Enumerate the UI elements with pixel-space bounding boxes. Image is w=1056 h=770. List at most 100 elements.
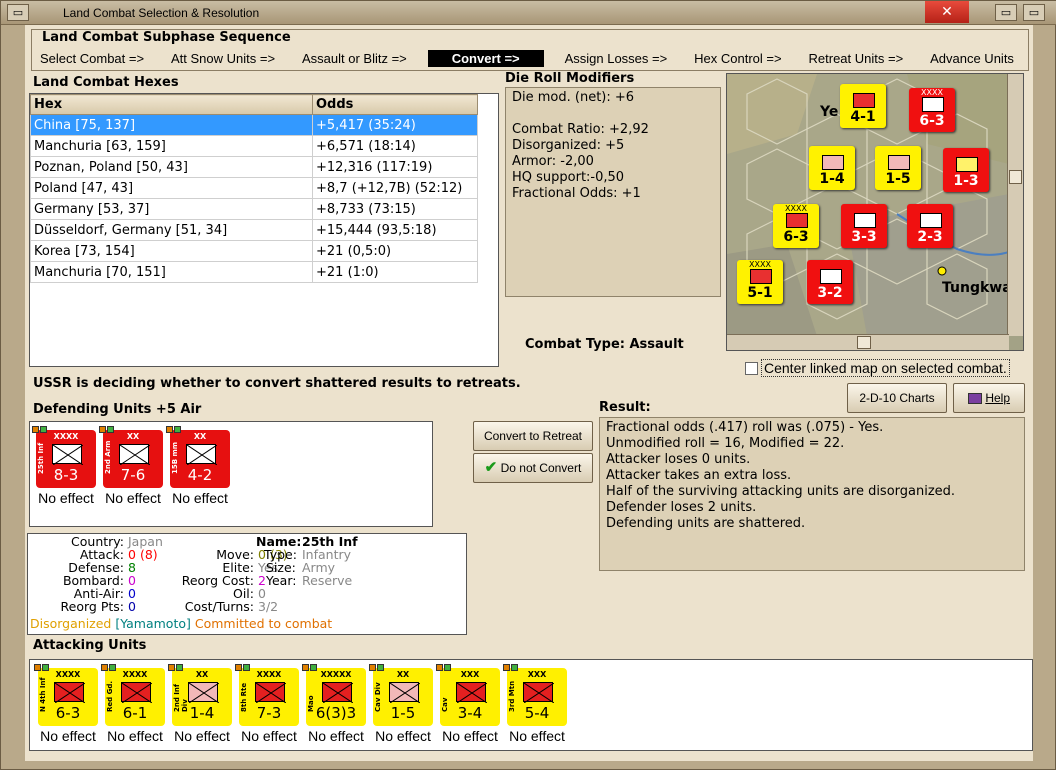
unit-counter[interactable]: XXXXX Mao 6(3)3 bbox=[302, 664, 366, 726]
restore-button[interactable]: ▭ bbox=[995, 4, 1017, 21]
unit-counter[interactable]: XX 15B mm 4-2 bbox=[166, 426, 230, 488]
sequence-step: Advance Units bbox=[930, 51, 1014, 66]
defending-heading: Defending Units +5 Air bbox=[33, 402, 202, 417]
sequence-step: Retreat Units => bbox=[808, 51, 904, 66]
hex-row[interactable]: Manchuria [63, 159] +6,571 (18:14) bbox=[30, 135, 478, 157]
result-line: Half of the surviving attacking units ar… bbox=[606, 484, 956, 499]
checkmark-icon: ✔ bbox=[484, 459, 498, 476]
result-line: Unmodified roll = 16, Modified = 22. bbox=[606, 436, 845, 451]
hex-row[interactable]: China [75, 137] +5,417 (35:24) bbox=[30, 114, 478, 136]
unit-strength: 7-6 bbox=[120, 466, 146, 484]
attacking-units-panel: XXXX N 4th Inf 6-3 No effect XXXX Red Gd. 6-1 N… bbox=[29, 659, 1033, 751]
convert-to-retreat-button[interactable]: Convert to Retreat bbox=[473, 421, 593, 451]
map-vertical-scrollbar[interactable] bbox=[1007, 74, 1023, 336]
unit-effect: No effect bbox=[172, 490, 228, 506]
hex-cell: Düsseldorf, Germany [51, 34] bbox=[30, 219, 313, 241]
odds-cell: +6,571 (18:14) bbox=[312, 135, 478, 157]
map-counter[interactable]: XXXX 6-3 bbox=[773, 204, 819, 248]
unit-counter[interactable]: XXX 3rd Mtn 5-4 bbox=[503, 664, 567, 726]
help-book-icon bbox=[967, 393, 982, 405]
map-hscroll-thumb[interactable] bbox=[857, 336, 871, 349]
unit-strength: 8-3 bbox=[53, 466, 79, 484]
hex-row[interactable]: Poznan, Poland [50, 43] +12,316 (117:19) bbox=[30, 156, 478, 178]
combat-type: Combat Type: Assault bbox=[525, 337, 684, 352]
sequence-step: Att Snow Units => bbox=[171, 51, 276, 66]
unit-size: XXXX bbox=[122, 670, 148, 679]
map-counter[interactable]: 3-2 bbox=[807, 260, 853, 304]
unit-counter[interactable]: XXXX 8th Rte 7-3 bbox=[235, 664, 299, 726]
map-counter[interactable]: 3-3 bbox=[841, 204, 887, 248]
unit-strength: 1-5 bbox=[390, 704, 416, 722]
map-counter[interactable]: 1-3 bbox=[943, 148, 989, 192]
costturns-value: 3/2 bbox=[258, 599, 279, 614]
unit-size: XX bbox=[396, 670, 410, 679]
unit-type-icon bbox=[523, 682, 555, 704]
center-map-label[interactable]: Center linked map on selected combat. bbox=[761, 359, 1010, 377]
map-counter[interactable]: 2-3 bbox=[907, 204, 953, 248]
result-heading: Result: bbox=[599, 400, 651, 415]
hex-row[interactable]: Manchuria [70, 151] +21 (1:0) bbox=[30, 261, 478, 283]
map-place-label-2: Ye bbox=[820, 104, 839, 120]
hex-row[interactable]: Korea [73, 154] +21 (0,5:0) bbox=[30, 240, 478, 262]
sequence-steps: Select Combat => Att Snow Units => Assault… bbox=[32, 50, 1028, 67]
hex-cell: Germany [53, 37] bbox=[30, 198, 313, 220]
map-counter[interactable]: 1-5 bbox=[875, 146, 921, 190]
unit-counter[interactable]: XXXX 25th Inf 8-3 bbox=[32, 426, 96, 488]
unit-strength: 3-4 bbox=[457, 704, 483, 722]
window-title: Land Combat Selection & Resolution bbox=[63, 6, 260, 20]
do-not-convert-button[interactable]: ✔ Do not Convert bbox=[473, 453, 593, 483]
modifier-line: HQ support:-0,50 bbox=[512, 170, 625, 185]
modifiers-panel: Die mod. (net): +6 Combat Ratio: +2,92 Di… bbox=[505, 87, 721, 297]
unit-counter[interactable]: XXXX Red Gd. 6-1 bbox=[101, 664, 165, 726]
hex-row[interactable]: Poland [47, 43] +8,7 (+12,7B) (52:12) bbox=[30, 177, 478, 199]
col-hex-header[interactable]: Hex bbox=[30, 94, 313, 115]
hex-row[interactable]: Düsseldorf, Germany [51, 34] +15,444 (93,… bbox=[30, 219, 478, 241]
map-horizontal-scrollbar[interactable] bbox=[727, 334, 1009, 350]
hexes-heading: Land Combat Hexes bbox=[33, 75, 179, 90]
subphase-sequence: Land Combat Subphase Sequence Select Com… bbox=[31, 29, 1029, 71]
unit-strength: 6(3)3 bbox=[315, 704, 357, 722]
sequence-step: Hex Control => bbox=[694, 51, 782, 66]
costturns-label: Cost/Turns: bbox=[184, 599, 254, 614]
col-odds-header[interactable]: Odds bbox=[312, 94, 478, 115]
unit-counter[interactable]: XX 2nd Inf Div 1-4 bbox=[168, 664, 232, 726]
odds-cell: +5,417 (35:24) bbox=[312, 114, 478, 136]
maximize-button[interactable]: ▭ bbox=[1023, 4, 1045, 21]
close-button[interactable]: ✕ bbox=[925, 1, 969, 23]
reorgpts-value: 0 bbox=[128, 599, 136, 614]
window-frame: ▭ Land Combat Selection & Resolution ✕ ▭… bbox=[0, 0, 1056, 770]
charts-button[interactable]: 2-D-10 Charts bbox=[847, 383, 947, 413]
unit-size: XX bbox=[126, 432, 140, 441]
status-disorganized: Disorganized bbox=[30, 616, 112, 631]
unit-counter[interactable]: XX 2nd Arm 7-6 bbox=[99, 426, 163, 488]
unit-counter[interactable]: XX Cav Div 1-5 bbox=[369, 664, 433, 726]
linked-map[interactable]: Ye Tungkwa 4-1 XXXX 6-3 1-4 1-5 1-3 XXXX 6… bbox=[726, 73, 1024, 351]
unit-type-icon bbox=[322, 682, 354, 704]
system-menu-button[interactable]: ▭ bbox=[7, 4, 29, 21]
center-map-checkbox[interactable] bbox=[745, 362, 758, 375]
odds-cell: +15,444 (93,5:18) bbox=[312, 219, 478, 241]
unit-type-icon bbox=[54, 682, 86, 704]
map-counter[interactable]: XXXX 6-3 bbox=[909, 88, 955, 132]
unit-counter[interactable]: XXXX N 4th Inf 6-3 bbox=[34, 664, 98, 726]
status-committed: Committed to combat bbox=[194, 616, 333, 631]
unit-strength: 6-3 bbox=[55, 704, 81, 722]
map-counter[interactable]: XXXX 5-1 bbox=[737, 260, 783, 304]
map-place-label: Tungkwa bbox=[942, 280, 1012, 296]
result-panel: Fractional odds (.417) roll was (.075) -… bbox=[599, 417, 1025, 571]
sequence-step: Assault or Blitz => bbox=[302, 51, 407, 66]
help-label: Help bbox=[985, 391, 1011, 405]
status-leader: [Yamamoto] bbox=[115, 616, 191, 631]
unit-effect: No effect bbox=[509, 728, 565, 744]
reorgpts-label: Reorg Pts: bbox=[60, 599, 124, 614]
combat-hexes-table: Hex Odds China [75, 137] +5,417 (35:24) Ma… bbox=[29, 93, 499, 367]
map-counter[interactable]: 1-4 bbox=[809, 146, 855, 190]
hex-row[interactable]: Germany [53, 37] +8,733 (73:15) bbox=[30, 198, 478, 220]
unit-size: XXXX bbox=[256, 670, 282, 679]
unit-strength: 1-4 bbox=[189, 704, 215, 722]
unit-counter[interactable]: XXX Cav 3-4 bbox=[436, 664, 500, 726]
year-label: Year: bbox=[266, 573, 297, 588]
map-vscroll-thumb[interactable] bbox=[1009, 170, 1022, 184]
map-counter[interactable]: 4-1 bbox=[840, 84, 886, 128]
help-button[interactable]: Help bbox=[953, 383, 1025, 413]
